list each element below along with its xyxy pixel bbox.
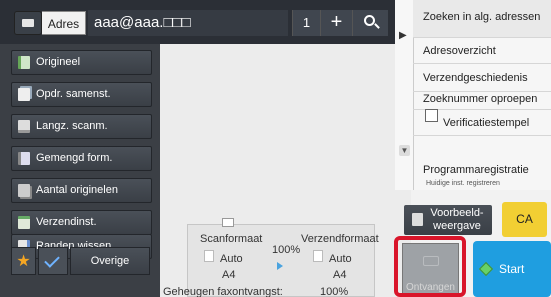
original-count-icon [18,184,30,197]
original-label: Origineel [36,56,81,68]
start-button[interactable]: Start [473,241,551,297]
arrow-right-icon [277,262,283,270]
slow-scan-icon [18,120,30,133]
other-button[interactable]: Overige [70,247,150,275]
fax-memory-value: 100% [320,286,349,297]
send-settings-button[interactable]: Verzendinst. [11,210,152,235]
job-build-icon [18,88,30,101]
receive-highlight [394,236,466,297]
slow-scan-label: Langz. scanm. [36,120,108,132]
original-count-label: Aantal originelen [36,184,118,196]
address-book-icon[interactable] [14,11,42,35]
preview-label: Voorbeeld-weergave [430,207,484,232]
original-icon [18,56,30,69]
mixed-size-icon [18,152,30,165]
original-button[interactable]: Origineel [11,50,152,75]
program-registration-sub: Huidige inst. registreren [426,180,500,187]
send-page-icon [313,250,323,262]
favorites-star-icon[interactable]: ★ [11,247,36,275]
zoom-value: 100% [272,244,301,256]
clear-all-button[interactable]: CA [502,202,547,237]
scan-auto: Auto [220,253,243,265]
mixed-size-label: Gemengd form. [36,152,113,164]
preview-icon [412,213,423,226]
job-build-label: Opdr. samenst. [36,88,111,100]
address-input[interactable]: aaa@aaa.□□□ [88,10,288,36]
preview-button[interactable]: Voorbeeld-weergave [404,205,492,235]
scanner-icon [222,218,234,227]
global-address-search[interactable]: Zoeken in alg. adressen [413,0,551,38]
call-search-number[interactable]: Zoeknummer oproepen [413,92,551,110]
scan-page-icon [204,250,214,262]
send-auto: Auto [329,253,352,265]
mixed-size-button[interactable]: Gemengd form. [11,146,152,171]
start-icon [478,261,494,277]
send-format-label: Verzendformaat [301,233,379,245]
slow-scan-button[interactable]: Langz. scanm. [11,114,152,139]
expand-chevron-icon[interactable]: ▶ [399,30,407,41]
job-build-button[interactable]: Opdr. samenst. [11,82,152,107]
confirm-checkmark-icon[interactable] [38,247,68,275]
original-count-button[interactable]: Aantal originelen [11,178,152,203]
scroll-down-chevron-icon[interactable]: ▼ [399,145,410,156]
side-divider [395,0,413,190]
address-label[interactable]: Adres [42,11,86,35]
fax-memory-label: Geheugen faxontvangst: [163,286,283,297]
scan-format-label: Scanformaat [200,233,263,245]
send-history[interactable]: Verzendgeschiedenis [413,64,551,92]
envelope-icon [22,19,34,27]
start-label: Start [499,262,525,276]
address-overview[interactable]: Adresoverzicht [413,38,551,64]
send-size: A4 [333,269,347,281]
send-settings-label: Verzendinst. [36,216,97,228]
search-button[interactable] [352,10,388,36]
address-count[interactable]: 1 [292,10,320,36]
add-address-button[interactable]: + [320,10,352,36]
verification-stamp-label[interactable]: Verificatiestempel [413,110,551,136]
scan-size: A4 [222,269,236,281]
send-settings-icon [18,216,30,229]
